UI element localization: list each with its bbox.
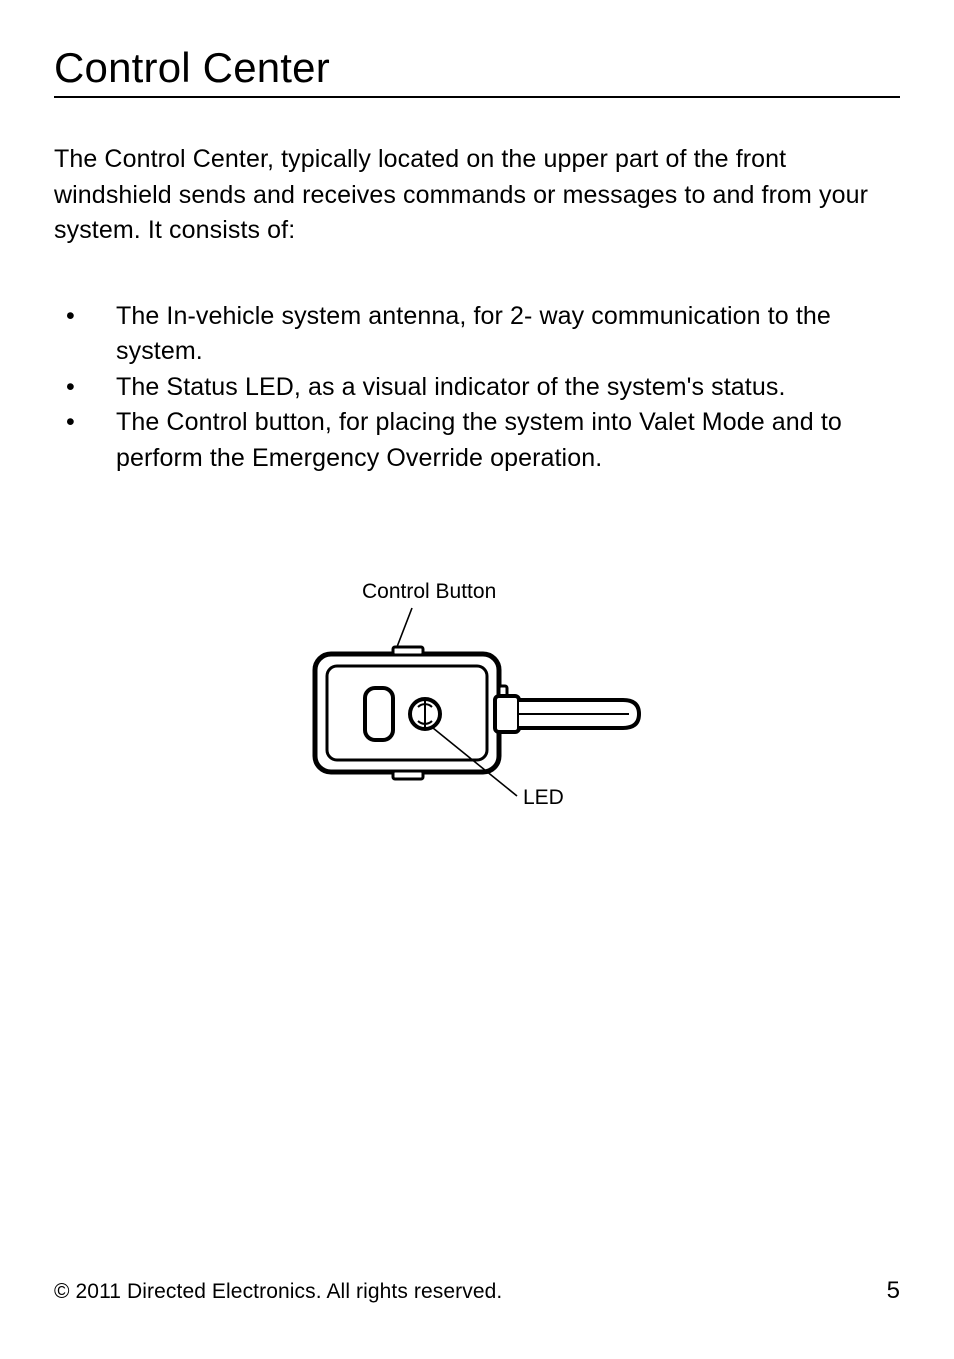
document-page: Control Center The Control Center, typic… bbox=[0, 0, 954, 1359]
control-center-device-icon bbox=[315, 647, 639, 779]
footer-page-number: 5 bbox=[887, 1277, 900, 1305]
page-footer: © 2011 Directed Electronics. All rights … bbox=[54, 1277, 900, 1305]
list-item: The Status LED, as a visual indicator of… bbox=[54, 370, 900, 406]
footer-copyright: © 2011 Directed Electronics. All rights … bbox=[54, 1280, 502, 1304]
figure-label-led: LED bbox=[523, 786, 564, 809]
page-title: Control Center bbox=[54, 46, 900, 90]
figure-label-control-button: Control Button bbox=[362, 580, 496, 603]
title-underline bbox=[54, 96, 900, 98]
list-item: The In-vehicle system antenna, for 2- wa… bbox=[54, 299, 900, 370]
control-center-figure: Control Button bbox=[54, 576, 900, 841]
list-item: The Control button, for placing the syst… bbox=[54, 405, 900, 476]
bullet-list: The In-vehicle system antenna, for 2- wa… bbox=[54, 299, 900, 477]
intro-paragraph: The Control Center, typically located on… bbox=[54, 142, 900, 249]
